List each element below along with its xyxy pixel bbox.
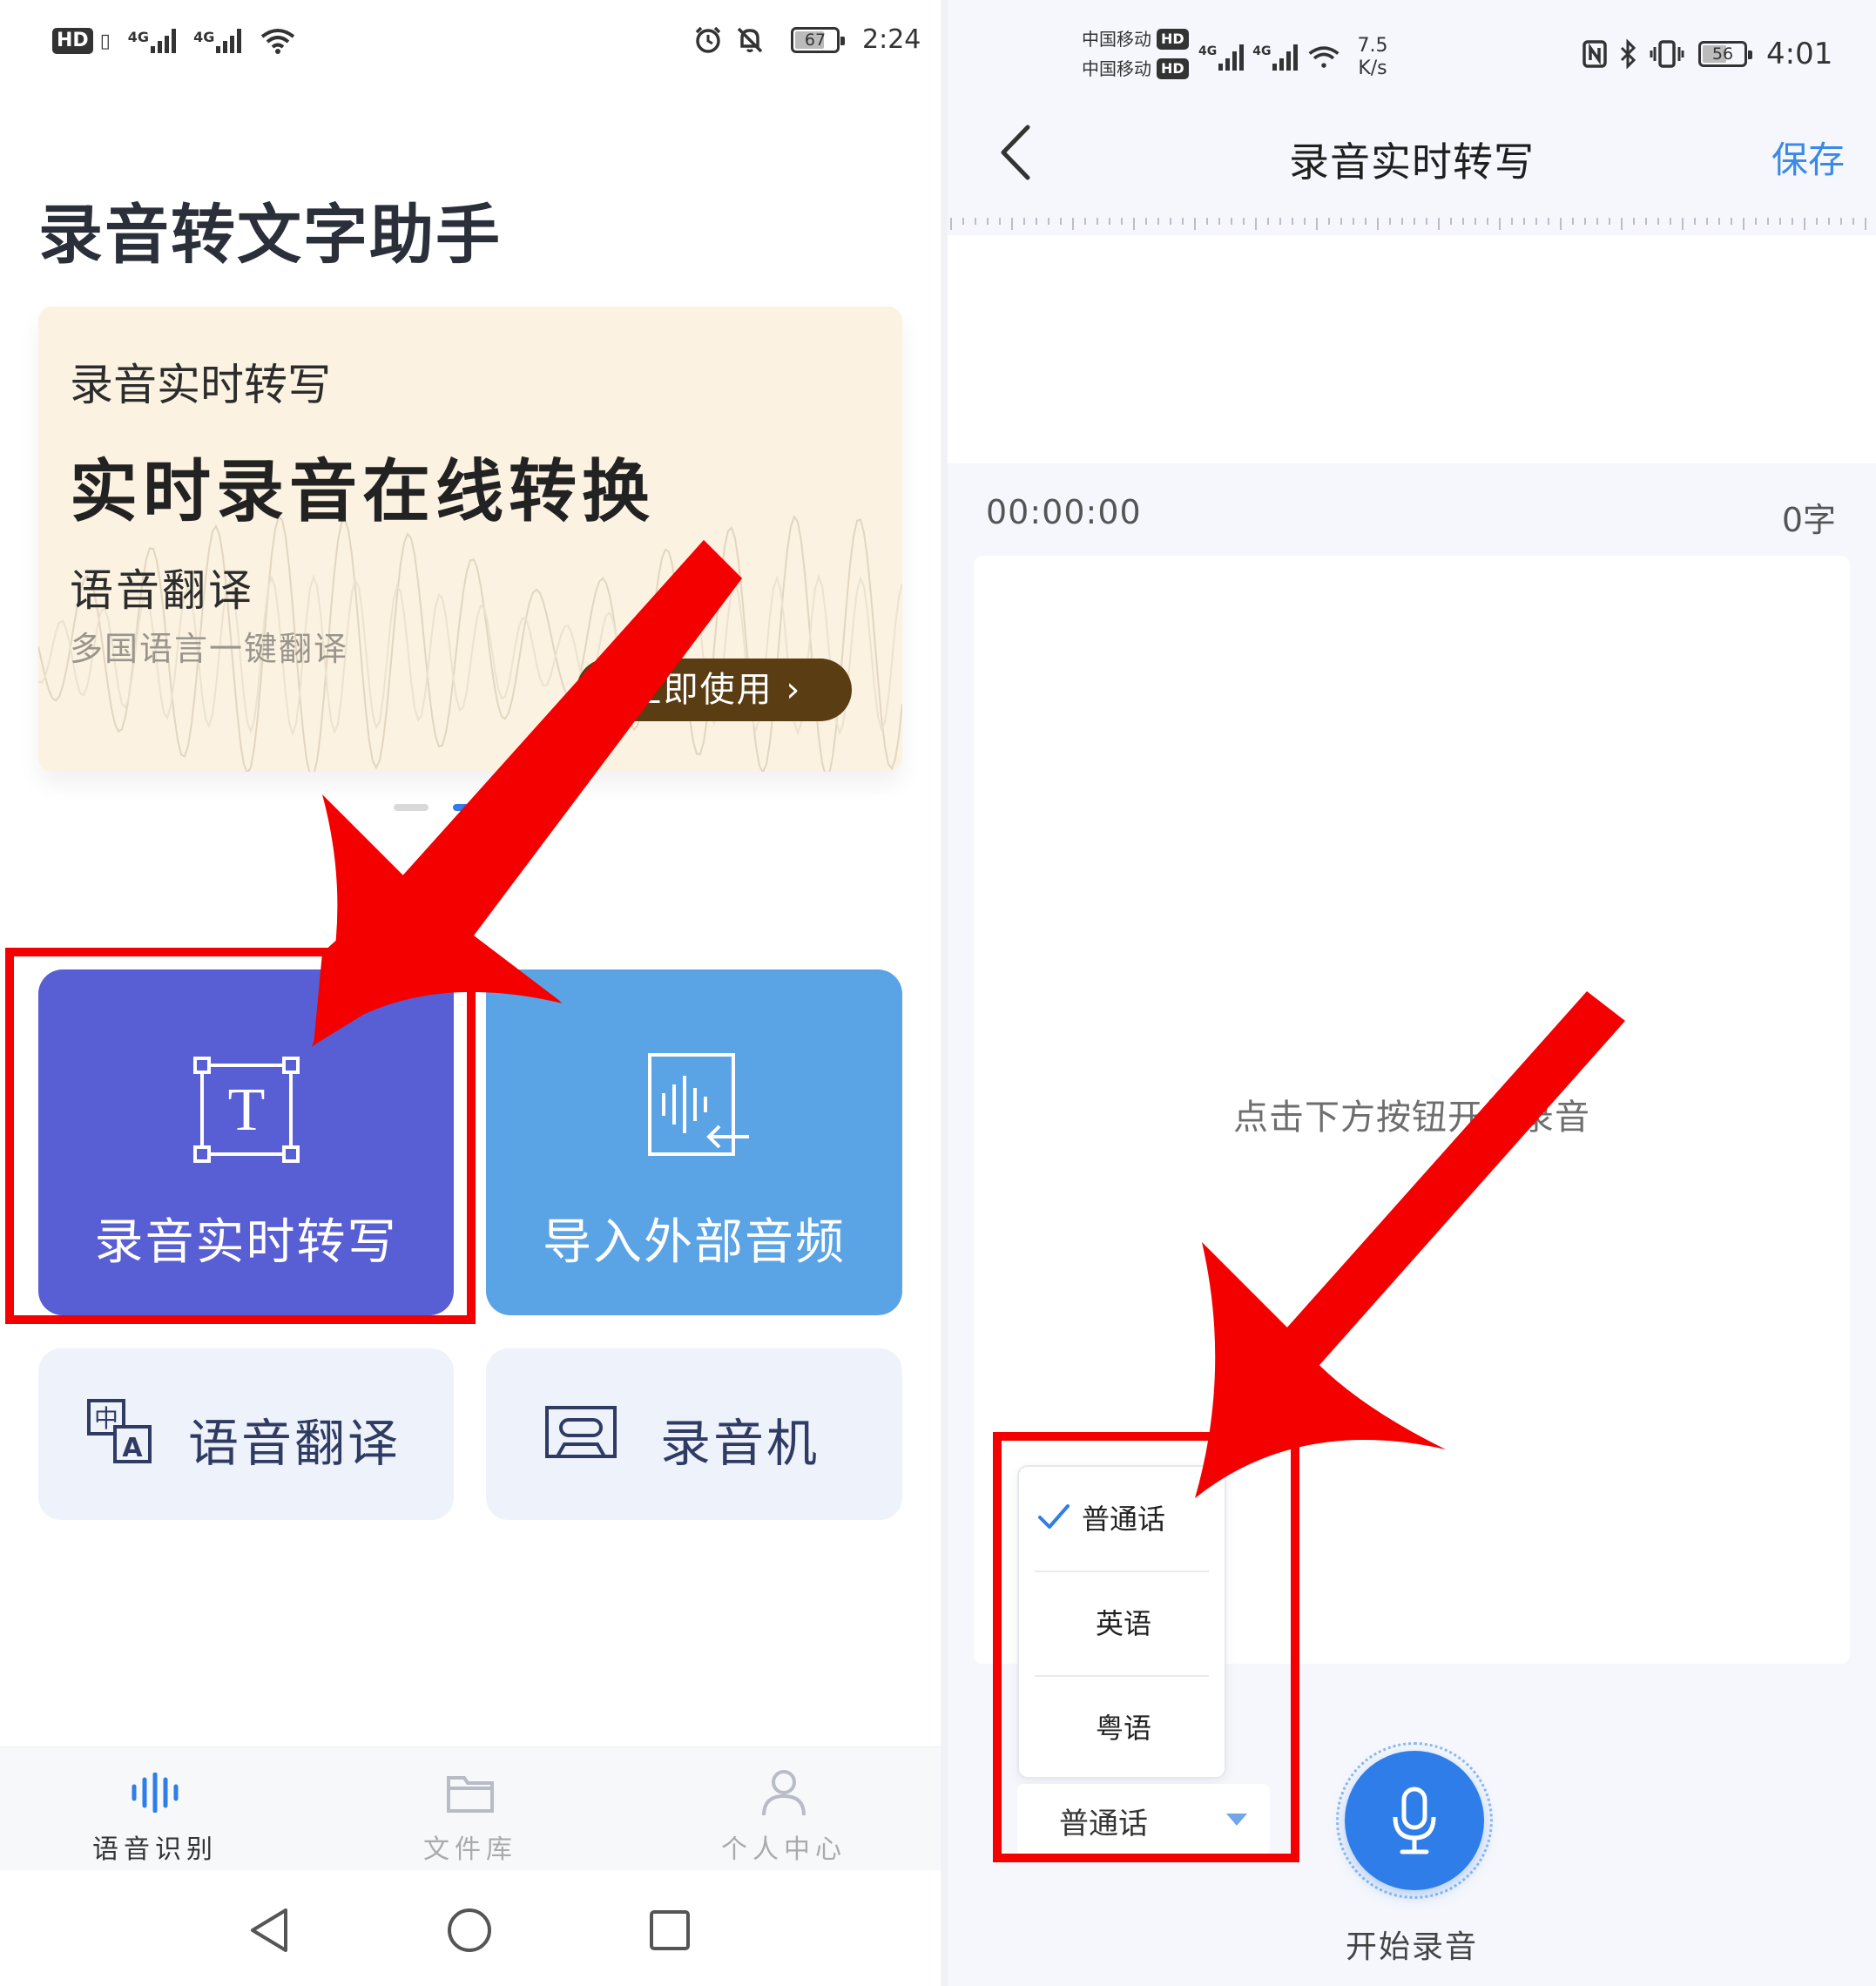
highlight-box-language-select (993, 1432, 1299, 1862)
character-count: 0字 (1781, 501, 1836, 539)
network-type-2: 4G (193, 29, 215, 45)
banner-feature-desc: 多国语言一键翻译 (70, 630, 349, 668)
network-type-1: 4G (1198, 44, 1218, 58)
nav-profile[interactable]: 个人中心 (679, 1747, 888, 1866)
voice-translate-tile[interactable]: 中 A 语音翻译 (38, 1348, 454, 1520)
wifi-icon (261, 29, 295, 54)
translate-icon-zh: 中 (94, 1404, 118, 1433)
signal-icon (151, 29, 177, 53)
speed-value: 7.5 (1357, 35, 1388, 57)
nfc-icon (1582, 40, 1607, 68)
mute-bell-icon (737, 27, 763, 52)
microphone-icon (1393, 1787, 1436, 1854)
carrier-1: 中国移动 (1082, 29, 1151, 50)
banner-title: 实时录音在线转换 (70, 453, 656, 531)
status-bar-signals: 4G 4G 7.5 K/s (1198, 35, 1387, 80)
timeline-ruler[interactable] (948, 216, 1876, 233)
network-speed: 7.5 K/s (1357, 35, 1387, 80)
highlight-box-realtime-tile (5, 948, 476, 1324)
back-nav-icon[interactable] (247, 1907, 291, 1954)
nav-file-library[interactable]: 文件库 (366, 1747, 575, 1866)
speed-unit: K/s (1358, 57, 1387, 79)
import-audio-tile[interactable]: 导入外部音频 (486, 969, 902, 1315)
recording-timer: 00:00:00 (986, 493, 1142, 531)
folder-icon (447, 1776, 494, 1813)
hd-badge: HD (52, 28, 93, 54)
vibrate-icon (1650, 40, 1684, 68)
network-type-2: 4G (1252, 44, 1272, 58)
waveform-icon (132, 1773, 179, 1813)
alarm-icon (695, 26, 721, 53)
carrier-2: 中国移动 (1082, 58, 1151, 79)
voice-translate-label: 语音翻译 (188, 1414, 402, 1473)
banner-subtitle: 录音实时转写 (70, 360, 331, 410)
promo-banner[interactable]: 录音实时转写 实时录音在线转换 语音翻译 多国语言一键翻译 立即使用 › (38, 307, 902, 772)
waveform-area (948, 235, 1876, 463)
system-nav-bar (0, 1870, 941, 1986)
status-bar-right: 67 2:24 (693, 24, 921, 55)
use-now-button[interactable]: 立即使用 › (577, 659, 852, 721)
bottom-nav: 语音识别 文件库 个人中心 (0, 1746, 941, 1870)
battery-level: 67 (804, 30, 827, 50)
translate-icon: 中 A (87, 1399, 152, 1463)
recorder-tile[interactable]: 录音机 (486, 1348, 902, 1520)
home-nav-icon[interactable] (446, 1907, 493, 1954)
user-icon (762, 1770, 806, 1816)
carrier-info: 中国移动 HD 中国移动 HD (1082, 24, 1189, 84)
nav-profile-label: 个人中心 (721, 1834, 847, 1865)
battery-indicator: 67 (791, 26, 845, 53)
pager-dot-active[interactable] (453, 804, 488, 811)
app-title: 录音转文字助手 (38, 198, 502, 273)
bluetooth-icon (1620, 39, 1636, 69)
recents-nav-icon[interactable] (648, 1908, 692, 1952)
hd-badge: HD (1157, 58, 1189, 79)
status-time: 2:24 (862, 24, 921, 55)
nav-file-library-label: 文件库 (423, 1834, 517, 1865)
nav-speech-recognition[interactable]: 语音识别 (51, 1747, 260, 1866)
network-type-1: 4G (127, 29, 150, 45)
signal-icon (1218, 44, 1245, 71)
start-recording-button[interactable] (1336, 1742, 1493, 1899)
pager-dot[interactable] (394, 804, 429, 811)
status-bar-left: HD ▯ 4G 4G (52, 26, 297, 56)
nav-speech-recognition-label: 语音识别 (92, 1834, 218, 1865)
status-time: 4:01 (1766, 37, 1833, 71)
screen-divider (941, 0, 948, 1986)
import-audio-icon (648, 1053, 749, 1156)
cassette-icon (545, 1406, 617, 1458)
signal-icon (1272, 44, 1299, 71)
mic-button-inner (1345, 1751, 1484, 1890)
battery-indicator: 56 (1698, 41, 1752, 67)
battery-level: 56 (1711, 44, 1734, 64)
banner-feature: 语音翻译 (70, 565, 254, 616)
wifi-icon (1308, 46, 1340, 68)
recorder-label: 录音机 (660, 1414, 820, 1473)
page-title: 录音实时转写 (1289, 138, 1535, 186)
empty-hint: 点击下方按钮开始录音 (1233, 1098, 1590, 1138)
signal-icon (216, 29, 242, 53)
import-audio-label: 导入外部音频 (543, 1214, 846, 1271)
status-bar-right: 56 4:01 (1582, 37, 1832, 71)
sim-icon: ▯ (99, 30, 111, 52)
save-button[interactable]: 保存 (1771, 131, 1845, 184)
start-recording-label: 开始录音 (1345, 1929, 1478, 1965)
hd-badge: HD (1157, 29, 1189, 50)
translate-icon-a: A (122, 1433, 143, 1463)
